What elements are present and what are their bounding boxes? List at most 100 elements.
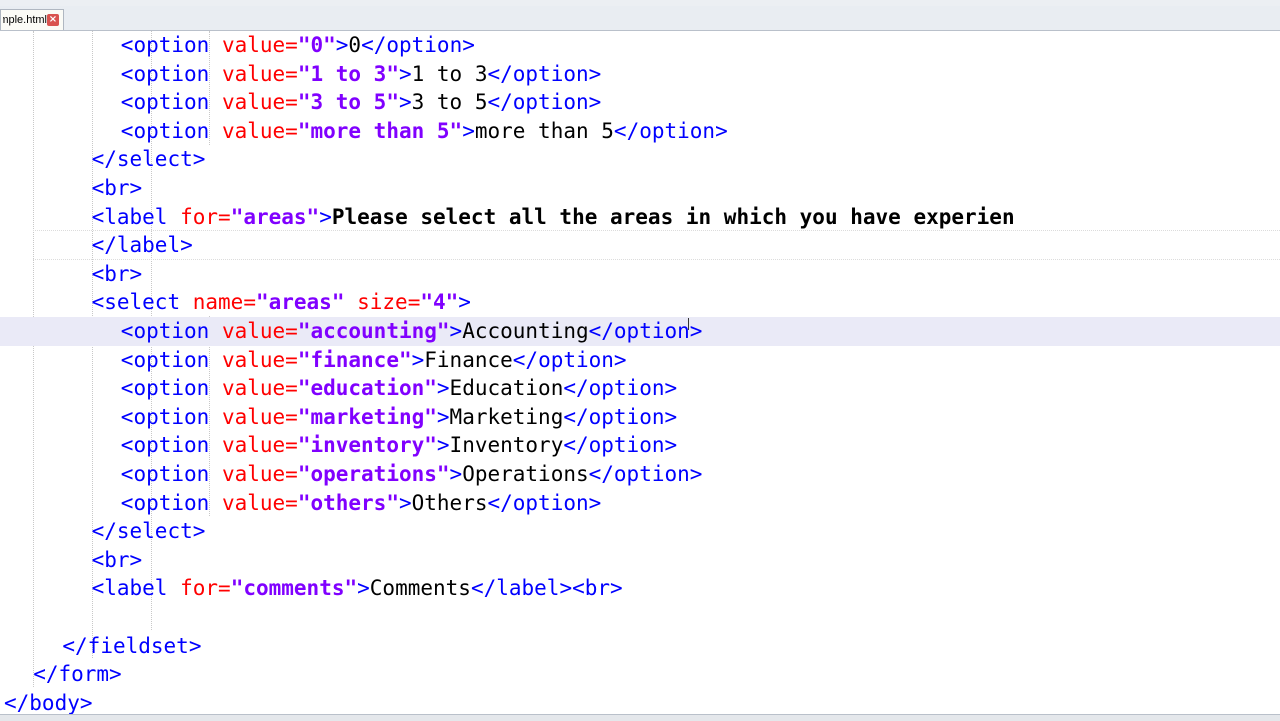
code-line[interactable]: </form> [0, 660, 1280, 689]
code-token: value= [221, 347, 298, 372]
code-token: <br> [91, 261, 143, 286]
code-line[interactable]: <option value="education">Education</opt… [0, 374, 1280, 403]
code-token: Education [449, 376, 564, 401]
code-token: </option> [563, 433, 678, 458]
code-token: > [411, 347, 425, 372]
code-token: for= [180, 204, 231, 229]
code-token: for= [180, 576, 231, 601]
code-token: > [449, 319, 463, 343]
code-line[interactable]: <br> [0, 174, 1280, 203]
code-line[interactable]: </select> [0, 517, 1280, 546]
code-token: "accounting" [297, 319, 450, 343]
code-token: </fieldset> [62, 633, 202, 658]
code-token: Inventory [449, 433, 564, 458]
code-token: Please select all the areas in which you… [331, 204, 1015, 229]
code-token: > [335, 33, 349, 57]
code-line-current[interactable]: <option value="accounting">Accounting</o… [0, 317, 1280, 346]
code-token: "areas" [255, 290, 345, 315]
code-token: <option [120, 33, 222, 57]
code-token: </option> [512, 347, 627, 372]
code-token: <option [120, 376, 222, 401]
code-token: value= [221, 376, 298, 401]
code-token: 0 [348, 33, 362, 57]
code-token: Comments [369, 576, 471, 601]
code-token: 3 to 5 [411, 90, 488, 115]
code-token: <option [120, 319, 222, 343]
code-token: value= [221, 319, 298, 343]
code-token: value= [221, 33, 298, 57]
code-token: <option [120, 118, 222, 143]
file-tab[interactable]: example.html × [0, 9, 64, 30]
code-token: name= [192, 290, 256, 315]
code-token: </option> [487, 61, 602, 86]
code-token: Marketing [449, 404, 564, 429]
code-token: </option> [563, 376, 678, 401]
code-line[interactable]: <option value="marketing">Marketing</opt… [0, 403, 1280, 432]
code-line[interactable]: </label> [0, 231, 1280, 260]
code-token: "areas" [230, 204, 320, 229]
code-token: <br> [91, 176, 143, 200]
file-tab-label: example.html [3, 14, 47, 26]
code-token: "1 to 3" [297, 61, 399, 86]
code-line[interactable]: <option value="others">Others</option> [0, 489, 1280, 518]
code-line[interactable] [0, 603, 1280, 632]
code-token: > [398, 61, 412, 86]
close-tab-icon[interactable]: × [47, 14, 59, 26]
code-token: "4" [420, 290, 459, 315]
code-token: </form> [33, 662, 122, 687]
code-editor[interactable]: <option value="0">0</option> <option valu… [0, 31, 1280, 714]
code-token: <label [91, 204, 181, 229]
code-token: > [449, 462, 463, 486]
code-line[interactable]: <label for="areas">Please select all the… [0, 203, 1280, 232]
mouse-cursor-icon [688, 318, 689, 330]
code-token: > [357, 576, 370, 601]
code-token: </body> [4, 690, 93, 714]
code-token: 1 to 3 [411, 61, 488, 86]
code-token: > [436, 376, 450, 401]
code-line[interactable]: <label for="comments">Comments</label><b… [0, 574, 1280, 603]
code-token: > [462, 118, 475, 143]
code-token: </label> [91, 233, 193, 258]
tab-bar: example.html × [0, 6, 1280, 31]
code-token: <option [120, 61, 222, 86]
code-token: more than 5 [474, 118, 614, 143]
code-token: "finance" [297, 347, 412, 372]
code-token: "operations" [297, 462, 450, 486]
code-token: <option [120, 404, 222, 429]
code-token: </option> [563, 404, 678, 429]
code-line[interactable]: <option value="inventory">Inventory</opt… [0, 431, 1280, 460]
code-line[interactable]: <option value="operations">Operations</o… [0, 460, 1280, 489]
code-token: </option> [588, 319, 703, 343]
code-line[interactable]: </select> [0, 145, 1280, 174]
code-token: size= [344, 290, 421, 315]
code-token: Others [411, 490, 488, 515]
code-token: </option> [487, 90, 602, 115]
code-token: "0" [297, 33, 336, 57]
code-token: </option> [487, 490, 602, 515]
code-line[interactable]: <br> [0, 546, 1280, 575]
code-line[interactable]: <br> [0, 260, 1280, 289]
code-line[interactable]: <option value="0">0</option> [0, 31, 1280, 60]
code-token: Operations [462, 462, 589, 486]
code-token: value= [221, 462, 298, 486]
code-line[interactable]: </body> [0, 689, 1280, 714]
code-line[interactable]: <select name="areas" size="4"> [0, 288, 1280, 317]
code-line[interactable]: <option value="1 to 3">1 to 3</option> [0, 60, 1280, 89]
code-token: > [398, 490, 412, 515]
code-token: > [436, 433, 450, 458]
code-token: value= [221, 404, 298, 429]
code-token: <option [120, 347, 222, 372]
code-line[interactable]: <option value="more than 5">more than 5<… [0, 117, 1280, 146]
code-token: </option> [588, 462, 703, 486]
code-token: </label><br> [470, 576, 623, 601]
code-token: value= [221, 90, 298, 115]
code-token: Finance [424, 347, 513, 372]
code-token: value= [221, 118, 298, 143]
code-token: value= [221, 433, 298, 458]
code-line[interactable]: </fieldset> [0, 632, 1280, 661]
code-line[interactable]: <option value="3 to 5">3 to 5</option> [0, 88, 1280, 117]
code-token: "3 to 5" [297, 90, 399, 115]
code-token: <option [120, 90, 222, 115]
code-line[interactable]: <option value="finance">Finance</option> [0, 346, 1280, 375]
code-token: "inventory" [297, 433, 437, 458]
